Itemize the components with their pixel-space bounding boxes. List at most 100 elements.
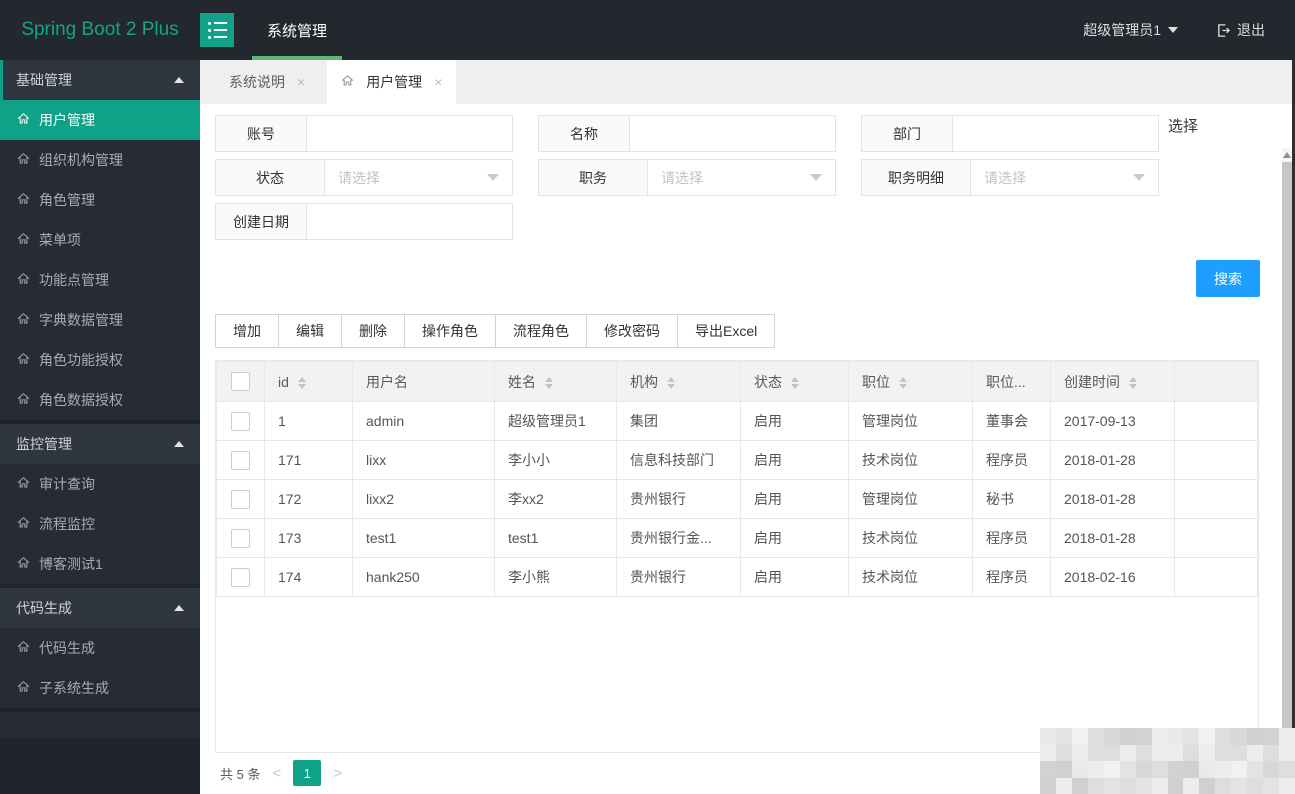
mosaic-cell [1119, 777, 1136, 794]
sort-icon[interactable] [791, 376, 799, 389]
toolbar-button-4[interactable]: 流程角色 [495, 314, 587, 348]
logout-button[interactable]: 退出 [1216, 20, 1265, 40]
cell-id: 173 [264, 518, 353, 558]
sidebar-item-0-4[interactable]: 功能点管理 [0, 260, 200, 300]
sidebar-item-0-0[interactable]: 用户管理 [0, 100, 200, 140]
sidebar-item-0-6[interactable]: 角色功能授权 [0, 340, 200, 380]
column-header-8[interactable]: 创建时间 [1050, 361, 1175, 402]
sort-icon[interactable] [667, 376, 675, 389]
row-checkbox[interactable] [231, 489, 250, 509]
text-input[interactable] [307, 203, 513, 240]
column-header-4[interactable]: 机构 [616, 361, 741, 402]
sort-icon[interactable] [297, 376, 306, 389]
sidebar-item-1-1[interactable]: 流程监控 [0, 504, 200, 544]
choose-link[interactable]: 选择 [1168, 115, 1198, 136]
mosaic-cell [1263, 777, 1280, 794]
column-header-6[interactable]: 职位 [848, 361, 973, 402]
close-icon[interactable]: × [297, 74, 305, 90]
row-checkbox[interactable] [231, 450, 250, 470]
text-input[interactable] [307, 115, 513, 152]
mosaic-cell [1135, 777, 1152, 794]
cell-id: 174 [264, 557, 353, 597]
search-button[interactable]: 搜索 [1196, 260, 1260, 297]
column-header-1[interactable]: id [264, 361, 353, 402]
sidebar-item-0-3[interactable]: 菜单项 [0, 220, 200, 260]
chevron-up-icon [174, 441, 184, 447]
cell-post: 管理岗位 [848, 479, 973, 519]
field-label: 创建日期 [215, 203, 307, 240]
sidebar-item-2-1[interactable]: 子系统生成 [0, 668, 200, 708]
tab-0[interactable]: 系统说明 × [215, 60, 319, 104]
form-field-1: 名称 [538, 115, 836, 152]
text-input[interactable] [953, 115, 1159, 152]
toolbar-button-6[interactable]: 导出Excel [677, 314, 776, 348]
column-header-label: 职位... [986, 373, 1026, 390]
toolbar-button-2[interactable]: 删除 [341, 314, 405, 348]
main-panel: 账号 名称 部门 状态 请选择 职务 请选择 职务明细 请选择 创建日期 选择 搜索 增加 编辑 删除… [200, 104, 1295, 794]
select-input[interactable]: 请选择 [325, 159, 513, 196]
menu-toggle-button[interactable] [200, 13, 234, 47]
home-icon [17, 476, 30, 492]
cell-post: 技术岗位 [848, 557, 973, 597]
close-icon[interactable]: × [434, 74, 442, 90]
table-row-0[interactable]: 1 admin 超级管理员1 集团 启用 管理岗位 董事会 2017-09-13 [216, 401, 1258, 441]
toolbar-button-3[interactable]: 操作角色 [404, 314, 496, 348]
mosaic-cell [1071, 728, 1088, 745]
column-header-7[interactable]: 职位... [972, 361, 1051, 402]
sidebar-item-2-0[interactable]: 代码生成 [0, 628, 200, 668]
mosaic-cell [1071, 744, 1088, 761]
column-header-3[interactable]: 姓名 [494, 361, 617, 402]
select-input[interactable]: 请选择 [648, 159, 836, 196]
sort-icon[interactable] [1129, 376, 1137, 389]
sidebar-section-header-2[interactable]: 代码生成 [0, 588, 200, 628]
toolbar-button-1[interactable]: 编辑 [278, 314, 342, 348]
mosaic-cell [1183, 728, 1200, 745]
page-button-1[interactable]: 1 [293, 760, 322, 786]
sidebar-section-0: 基础管理 用户管理 组织机构管理 角色管理 菜单项 功能点管理 字典数据管理 角色功能授权 角色… [0, 60, 200, 420]
sidebar-item-1-2[interactable]: 博客测试1 [0, 544, 200, 584]
sort-icon[interactable] [899, 376, 907, 389]
sidebar-item-0-2[interactable]: 角色管理 [0, 180, 200, 220]
prev-page-button[interactable]: < [272, 765, 281, 782]
toolbar-button-5[interactable]: 修改密码 [586, 314, 678, 348]
sidebar-item-0-7[interactable]: 角色数据授权 [0, 380, 200, 420]
nav-item-system-management[interactable]: 系统管理 [252, 0, 343, 60]
section-title: 监控管理 [16, 436, 72, 452]
cell-id: 172 [264, 479, 353, 519]
sidebar-section-header-1[interactable]: 监控管理 [0, 424, 200, 464]
mosaic-cell [1279, 761, 1295, 778]
sidebar-section-header-0[interactable]: 基础管理 [0, 60, 200, 100]
scrollbar-up-icon[interactable] [1283, 152, 1291, 158]
table-row-4[interactable]: 174 hank250 李小熊 贵州银行 启用 技术岗位 程序员 2018-02-16 [216, 557, 1258, 597]
scrollbar-track[interactable] [1282, 148, 1292, 794]
sort-desc-icon [791, 383, 799, 389]
row-checkbox[interactable] [231, 528, 250, 548]
select-all-checkbox[interactable] [231, 372, 250, 391]
tab-1[interactable]: 用户管理 × [327, 60, 457, 104]
sort-asc-icon [297, 376, 306, 382]
scrollbar-thumb[interactable] [1282, 162, 1292, 774]
next-page-button[interactable]: > [333, 765, 342, 782]
home-icon [17, 192, 30, 208]
column-header-5[interactable]: 状态 [740, 361, 849, 402]
column-header-2[interactable]: 用户名 [352, 361, 495, 402]
table-row-2[interactable]: 172 lixx2 李xx2 贵州银行 启用 管理岗位 秘书 2018-01-28 [216, 479, 1258, 519]
chevron-down-icon [487, 174, 499, 181]
user-dropdown[interactable]: 超级管理员1 [1083, 20, 1178, 40]
select-all-cell[interactable] [216, 361, 265, 402]
logout-label: 退出 [1237, 22, 1265, 38]
table-row-3[interactable]: 173 test1 test1 贵州银行金... 启用 技术岗位 程序员 2018-01-28 [216, 518, 1258, 558]
sidebar-item-0-1[interactable]: 组织机构管理 [0, 140, 200, 180]
row-checkbox[interactable] [231, 411, 250, 431]
text-input[interactable] [630, 115, 836, 152]
cell-status: 启用 [740, 440, 849, 480]
sidebar-item-0-5[interactable]: 字典数据管理 [0, 300, 200, 340]
row-checkbox[interactable] [231, 567, 250, 587]
mosaic-cell [1167, 728, 1184, 745]
sort-icon[interactable] [545, 376, 553, 389]
table-row-1[interactable]: 171 lixx 李小小 信息科技部门 启用 技术岗位 程序员 2018-01-28 [216, 440, 1258, 480]
sidebar-item-1-0[interactable]: 审计查询 [0, 464, 200, 504]
section-title: 代码生成 [16, 600, 72, 616]
toolbar-button-0[interactable]: 增加 [215, 314, 279, 348]
select-input[interactable]: 请选择 [971, 159, 1159, 196]
